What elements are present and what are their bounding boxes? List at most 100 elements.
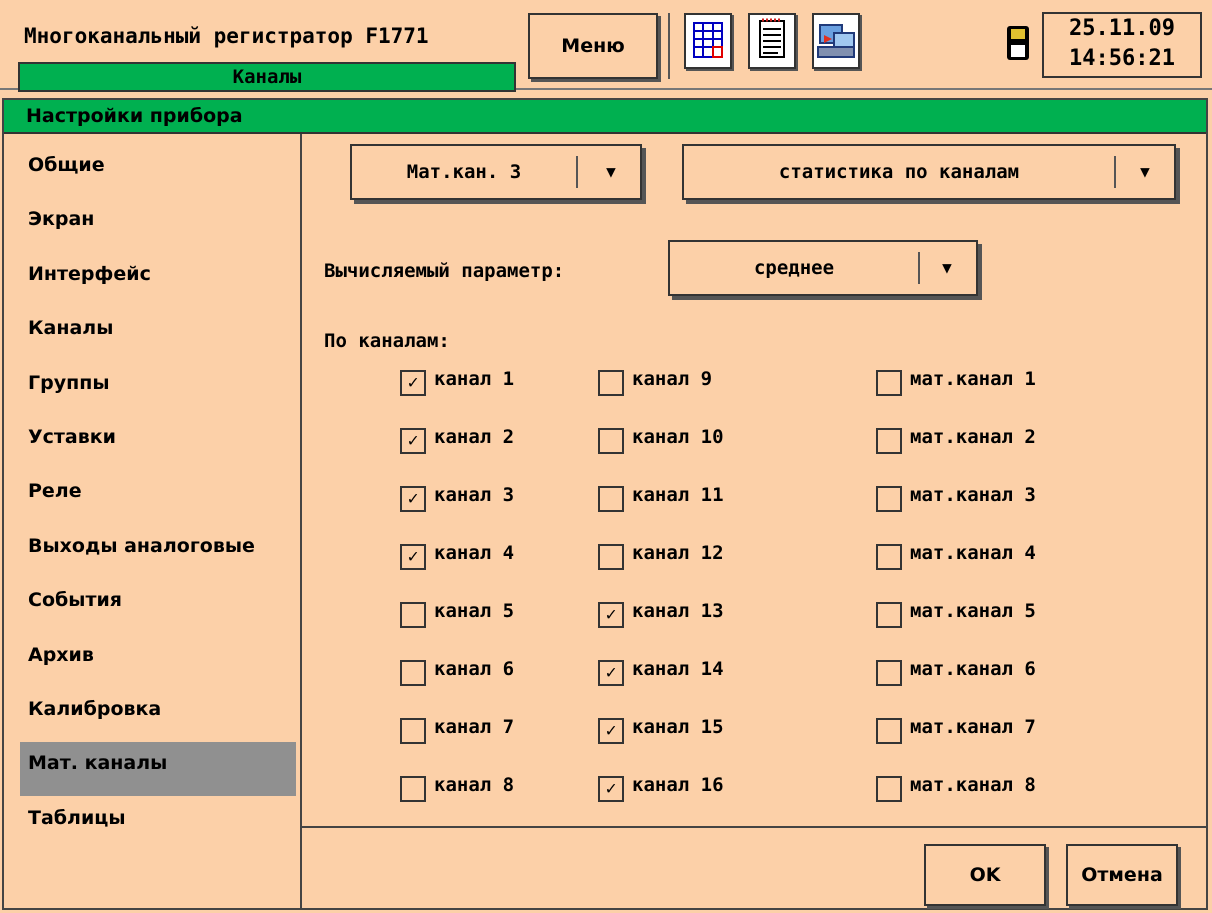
checkbox[interactable]: ✓ [400,486,426,512]
param-value: среднее [753,257,835,279]
checkmark-icon: ✓ [407,372,419,393]
window-title: Настройки прибора [4,100,1206,134]
checkbox[interactable] [876,602,902,628]
checkbox[interactable]: ✓ [400,370,426,396]
checkmark-icon: ✓ [407,546,419,567]
save-indicator[interactable] [1006,25,1030,61]
sidebar-item[interactable]: Группы [20,362,296,416]
footer-divider [302,826,1206,828]
date-time-display: 25.11.09 14:56:21 [1042,12,1202,78]
sidebar-item[interactable]: События [20,579,296,633]
checkbox[interactable] [598,370,624,396]
settings-window: Настройки прибора Общие Экран Интерфейс Кан… [2,98,1208,910]
sidebar-item[interactable]: Таблицы [20,797,296,851]
checkbox-label: канал 14 [632,658,724,680]
checkbox[interactable]: ✓ [598,718,624,744]
checkbox-label: канал 5 [434,600,515,622]
checkbox[interactable] [400,602,426,628]
checkbox-label: канал 10 [632,426,724,448]
dropdown-arrow-icon: ▼ [606,162,616,181]
sidebar-item[interactable]: Экран [20,198,296,252]
mode-select[interactable]: статистика по каналам ▼ [682,144,1176,200]
checkmark-icon: ✓ [605,778,617,799]
checkmark-icon: ✓ [605,662,617,683]
checkbox-label: канал 2 [434,426,515,448]
dropdown-arrow-icon: ▼ [942,258,952,277]
settings-content: Мат.кан. 3 ▼ статистика по каналам ▼ Выч… [302,134,1206,908]
param-select[interactable]: среднее ▼ [668,240,978,296]
checkbox[interactable] [876,486,902,512]
sidebar-item[interactable]: Интерфейс [20,253,296,307]
checkbox[interactable] [876,370,902,396]
device-button[interactable] [812,13,860,69]
checkmark-icon: ✓ [605,604,617,625]
notes-button[interactable] [748,13,796,69]
dropdown-divider [576,156,578,188]
checkmark-icon: ✓ [407,488,419,509]
app-title: Многоканальный регистратор F1771 [24,24,429,48]
table-view-button[interactable] [684,13,732,69]
checkbox[interactable]: ✓ [400,428,426,454]
ok-button[interactable]: OK [924,844,1046,906]
checkbox[interactable] [400,718,426,744]
checkbox[interactable]: ✓ [598,776,624,802]
checkbox-label: мат.канал 1 [910,368,1036,390]
sidebar-item[interactable]: Реле [20,470,296,524]
sidebar-item[interactable]: Калибровка [20,688,296,742]
status-panel: Многоканальный регистратор F1771 Каналы [8,10,516,92]
checkbox[interactable] [876,544,902,570]
time-text: 14:56:21 [1069,46,1175,71]
by-channels-label: По каналам: [324,330,450,352]
checkbox[interactable] [876,428,902,454]
checkbox[interactable]: ✓ [598,602,624,628]
checkbox-label: канал 3 [434,484,515,506]
sidebar-item[interactable]: Общие [20,144,296,198]
sidebar-item[interactable]: Мат. каналы [20,742,296,797]
checkbox[interactable] [876,660,902,686]
checkbox-label: канал 6 [434,658,515,680]
checkbox-label: канал 9 [632,368,713,390]
checkbox[interactable] [876,776,902,802]
checkbox-label: мат.канал 4 [910,542,1036,564]
dropdown-arrow-icon: ▼ [1140,162,1150,181]
checkbox[interactable] [400,660,426,686]
checkbox[interactable] [598,428,624,454]
param-label: Вычисляемый параметр: [324,260,565,282]
cancel-button[interactable]: Отмена [1066,844,1178,906]
checkbox-label: канал 13 [632,600,724,622]
table-icon [693,22,723,58]
checkmark-icon: ✓ [407,430,419,451]
checkbox-label: канал 7 [434,716,515,738]
checkbox[interactable] [400,776,426,802]
checkbox-label: канал 15 [632,716,724,738]
sidebar-item[interactable]: Выходы аналоговые [20,525,296,579]
checkbox-label: мат.канал 5 [910,600,1036,622]
math-channel-select[interactable]: Мат.кан. 3 ▼ [350,144,642,200]
checkbox-label: мат.канал 8 [910,774,1036,796]
checkbox-label: мат.канал 7 [910,716,1036,738]
checkbox[interactable]: ✓ [598,660,624,686]
math-channel-value: Мат.кан. 3 [406,161,522,183]
checkbox[interactable] [598,486,624,512]
top-bar: Многоканальный регистратор F1771 Каналы … [0,0,1212,92]
mode-value: статистика по каналам [778,161,1020,183]
checkbox[interactable]: ✓ [400,544,426,570]
checkbox-label: канал 8 [434,774,515,796]
checkbox[interactable] [598,544,624,570]
computer-icon [817,24,855,58]
sidebar-item[interactable]: Уставки [20,416,296,470]
checkbox-label: канал 12 [632,542,724,564]
checkbox-label: канал 4 [434,542,515,564]
floppy-disk-icon [1007,26,1029,60]
date-text: 25.11.09 [1069,16,1175,41]
checkbox-label: канал 16 [632,774,724,796]
sidebar-item[interactable]: Архив [20,634,296,688]
checkbox-label: мат.канал 3 [910,484,1036,506]
sidebar-item[interactable]: Каналы [20,307,296,361]
checkbox-label: канал 11 [632,484,724,506]
checkbox-label: канал 1 [434,368,515,390]
checkbox-label: мат.канал 6 [910,658,1036,680]
menu-button[interactable]: Меню [528,13,658,79]
checkbox[interactable] [876,718,902,744]
checkbox-label: мат.канал 2 [910,426,1036,448]
